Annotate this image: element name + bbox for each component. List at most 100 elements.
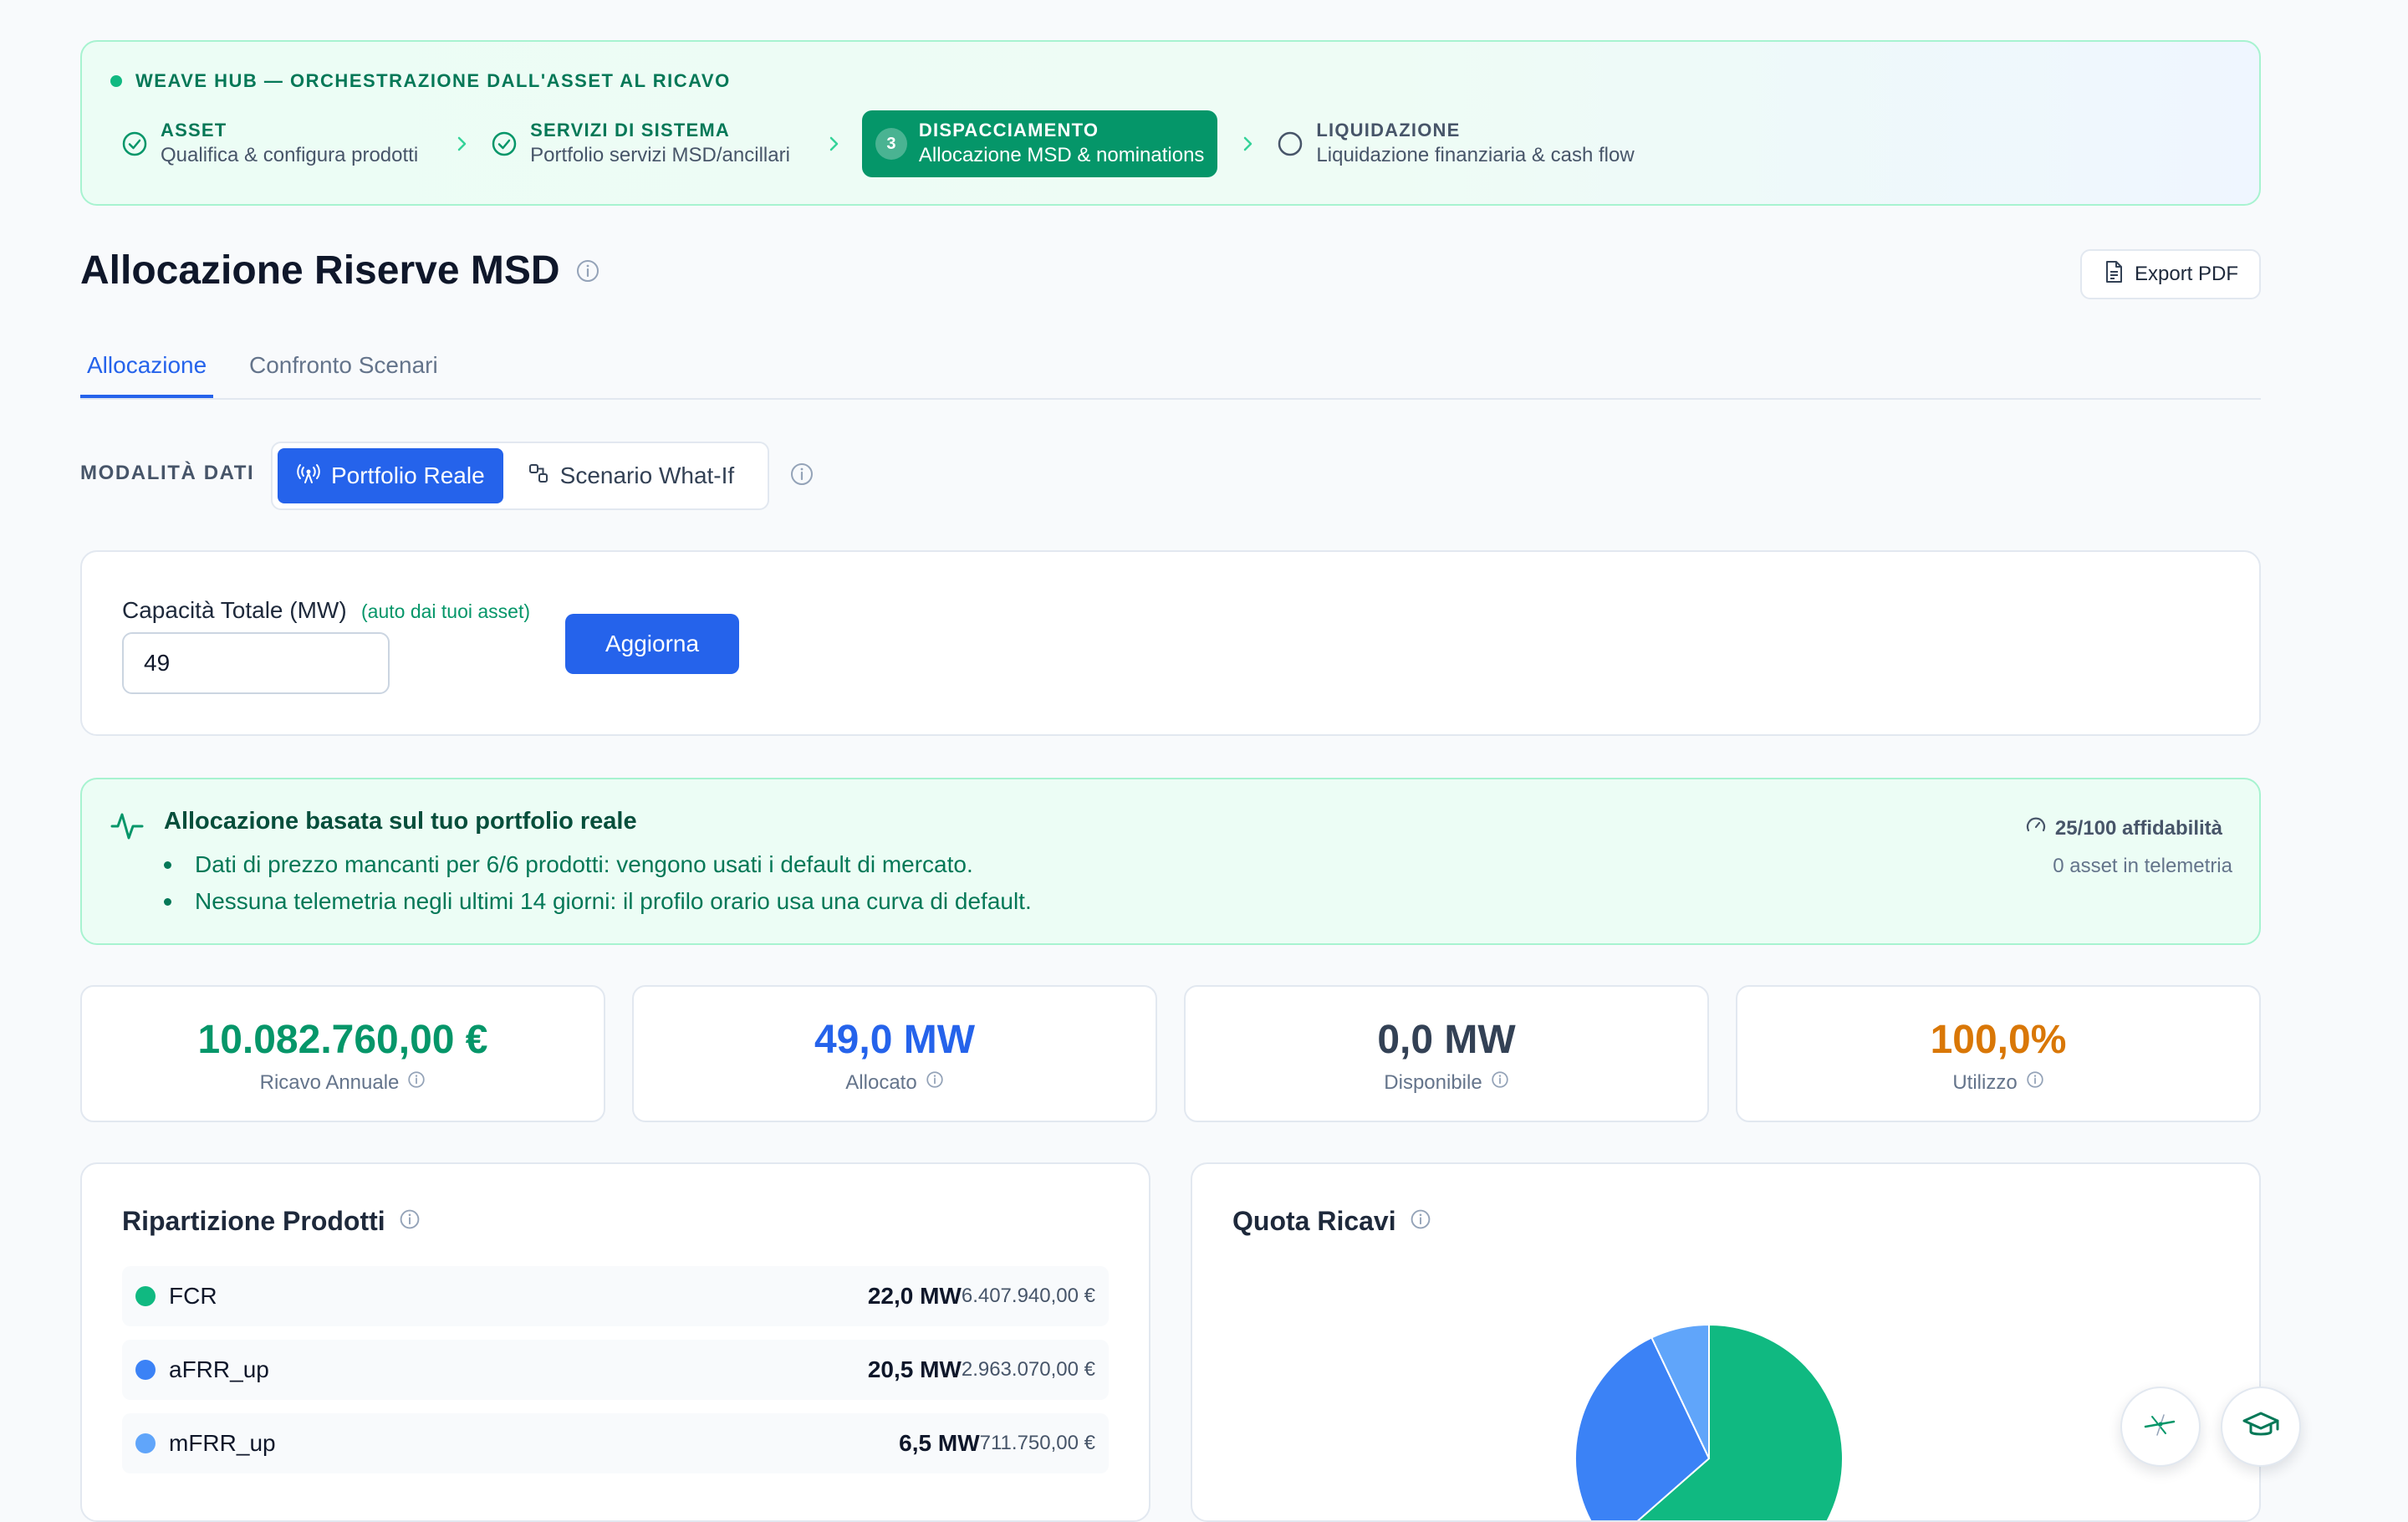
telemetry-count: 0 asset in telemetria (2053, 855, 2232, 877)
graduation-cap-icon (2241, 1405, 2281, 1449)
reliability-text: 25/100 affidabilità (2054, 816, 2222, 840)
mode-option-label: Portfolio Reale (331, 462, 485, 488)
notice-item: Nessuna telemetria negli ultimi 14 giorn… (164, 883, 1032, 920)
tab-allocazione[interactable]: Allocazione (80, 345, 214, 398)
gauge-icon (2025, 815, 2047, 842)
status-dot (110, 75, 122, 87)
tab-bar: Allocazione Confronto Scenari (80, 336, 2261, 400)
notice-list: Dati di prezzo mancanti per 6/6 prodotti… (164, 846, 1032, 920)
activity-icon (110, 810, 144, 847)
kpi-value: 100,0% (1930, 1018, 2067, 1062)
product-row-fcr[interactable]: FCR 22,0 MW 6.407.940,00 € (122, 1266, 1109, 1326)
step-title: LIQUIDAZIONE (1316, 120, 1461, 140)
capacity-label: Capacità Totale (MW) (122, 597, 347, 623)
product-revenue: 2.963.070,00 € (961, 1358, 1095, 1381)
empty-circle-icon (1276, 130, 1304, 158)
revenue-share-card: Quota Ricavi (1191, 1162, 2261, 1522)
chevron-right-icon (817, 127, 850, 161)
kpi-label-text: Utilizzo (1952, 1070, 2018, 1094)
product-mw: 20,5 MW (867, 1356, 962, 1382)
scenario-icon (527, 462, 550, 491)
ai-assistant-button[interactable] (2120, 1387, 2201, 1467)
notice-item: Dati di prezzo mancanti per 6/6 prodotti… (164, 846, 1032, 883)
broadcast-icon (296, 461, 321, 492)
product-row-mfrr-up[interactable]: mFRR_up 6,5 MW 711.750,00 € (122, 1413, 1109, 1473)
info-icon[interactable] (926, 1070, 944, 1095)
step-title: SERVIZI DI SISTEMA (530, 120, 730, 140)
mode-portfolio-reale-button[interactable]: Portfolio Reale (278, 448, 503, 503)
kpi-allocated: 49,0 MW Allocato (632, 985, 1157, 1122)
data-mode-toggle: Portfolio Reale Scenario What-If (271, 442, 769, 510)
step-subtitle: Portfolio servizi MSD/ancillari (530, 144, 790, 166)
capacity-input[interactable] (122, 632, 390, 694)
step-dispacciamento[interactable]: 3 DISPACCIAMENTO Allocazione MSD & nomin… (861, 110, 1218, 177)
update-button[interactable]: Aggiorna (565, 614, 739, 674)
kpi-label: Utilizzo (1737, 1070, 2259, 1095)
hub-title: WEAVE HUB — ORCHESTRAZIONE DALL'ASSET AL… (110, 70, 731, 92)
card-title: Ripartizione Prodotti (122, 1206, 421, 1237)
step-number: 3 (875, 128, 907, 160)
hub-title-text: WEAVE HUB — ORCHESTRAZIONE DALL'ASSET AL… (135, 70, 731, 91)
step-servizi[interactable]: SERVIZI DI SISTEMA Portfolio servizi MSD… (490, 110, 804, 177)
stepper: ASSET Qualifica & configura prodotti SER… (120, 110, 1648, 177)
export-pdf-label: Export PDF (2134, 263, 2239, 285)
tab-confronto-scenari[interactable]: Confronto Scenari (242, 345, 445, 398)
product-revenue: 6.407.940,00 € (961, 1285, 1095, 1307)
step-asset[interactable]: ASSET Qualifica & configura prodotti (120, 110, 431, 177)
check-circle-icon (120, 130, 149, 158)
export-pdf-button[interactable]: Export PDF (2080, 249, 2261, 299)
capacity-card: Capacità Totale (MW) (auto dai tuoi asse… (80, 550, 2261, 736)
kpi-label-text: Disponibile (1384, 1070, 1482, 1094)
product-mw: 6,5 MW (899, 1430, 980, 1456)
chevron-right-icon (1231, 127, 1264, 161)
step-subtitle: Qualifica & configura prodotti (161, 144, 419, 166)
kpi-label: Disponibile (1186, 1070, 1707, 1095)
kpi-value: 10.082.760,00 € (197, 1018, 488, 1062)
product-breakdown-card: Ripartizione Prodotti FCR 22,0 MW 6.407.… (80, 1162, 1150, 1522)
check-circle-icon (490, 130, 518, 158)
info-icon[interactable] (1491, 1070, 1509, 1095)
info-icon[interactable] (399, 1206, 421, 1237)
info-icon[interactable] (789, 462, 814, 491)
kpi-label: Ricavo Annuale (82, 1070, 604, 1095)
kpi-annual-revenue: 10.082.760,00 € Ricavo Annuale (80, 985, 605, 1122)
chevron-right-icon (445, 127, 478, 161)
step-subtitle: Liquidazione finanziaria & cash flow (1316, 144, 1635, 166)
info-icon[interactable] (2026, 1070, 2044, 1095)
product-name: mFRR_up (169, 1430, 276, 1456)
step-title: DISPACCIAMENTO (918, 120, 1099, 140)
allocation-notice: Allocazione basata sul tuo portfolio rea… (80, 778, 2261, 945)
kpi-value: 49,0 MW (814, 1018, 976, 1062)
weave-hub-banner: WEAVE HUB — ORCHESTRAZIONE DALL'ASSET AL… (80, 40, 2261, 206)
step-title: ASSET (161, 120, 227, 140)
product-mw: 22,0 MW (867, 1283, 962, 1309)
page-title-text: Allocazione Riserve MSD (80, 248, 560, 293)
revenue-pie-chart (1574, 1323, 1844, 1520)
card-title-text: Ripartizione Prodotti (122, 1206, 385, 1236)
step-subtitle: Allocazione MSD & nominations (918, 144, 1205, 166)
product-name: aFRR_up (169, 1356, 269, 1382)
product-revenue: 711.750,00 € (979, 1432, 1095, 1454)
kpi-utilization: 100,0% Utilizzo (1736, 985, 2261, 1122)
capacity-hint: (auto dai tuoi asset) (361, 600, 531, 622)
legend-dot (135, 1360, 156, 1380)
learning-button[interactable] (2221, 1387, 2301, 1467)
kpi-label: Allocato (634, 1070, 1156, 1095)
product-row-afrr-up[interactable]: aFRR_up 20,5 MW 2.963.070,00 € (122, 1340, 1109, 1400)
kpi-label-text: Ricavo Annuale (259, 1070, 400, 1094)
info-icon[interactable] (575, 258, 600, 283)
page-title: Allocazione Riserve MSD (80, 248, 600, 294)
kpi-label-text: Allocato (845, 1070, 917, 1094)
kpi-value: 0,0 MW (1377, 1018, 1516, 1062)
kpi-available: 0,0 MW Disponibile (1184, 985, 1709, 1122)
document-icon (2103, 260, 2125, 289)
legend-dot (135, 1286, 156, 1306)
notice-title: Allocazione basata sul tuo portfolio rea… (164, 808, 637, 835)
mode-label: MODALITÀ DATI (80, 462, 255, 484)
reliability-score: 25/100 affidabilità (2025, 815, 2222, 842)
info-icon[interactable] (407, 1070, 426, 1095)
mode-option-label: Scenario What-If (559, 462, 735, 488)
legend-dot (135, 1433, 156, 1453)
step-liquidazione[interactable]: LIQUIDAZIONE Liquidazione finanziaria & … (1276, 110, 1647, 177)
mode-scenario-what-if-button[interactable]: Scenario What-If (508, 448, 753, 503)
